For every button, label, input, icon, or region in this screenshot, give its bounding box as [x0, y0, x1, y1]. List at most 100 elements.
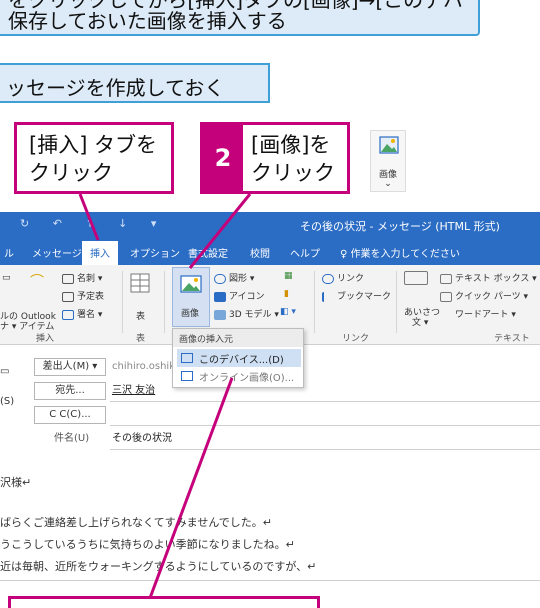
step3-callout-box	[8, 596, 320, 608]
quickparts-button[interactable]: クイック パーツ ▾	[440, 289, 528, 302]
subject-field-line	[110, 449, 540, 450]
image-icon	[379, 136, 399, 154]
calendar-icon	[62, 291, 74, 302]
icons-label: アイコン	[229, 292, 265, 302]
icons-icon	[214, 291, 226, 302]
chevron-down-icon: ⌄	[384, 179, 392, 189]
step2-number: 2	[203, 125, 243, 191]
greeting-box-icon	[404, 271, 428, 285]
image-command-preview: 画像 ⌄	[370, 130, 406, 192]
to-button[interactable]: 宛先...	[34, 382, 106, 400]
step1-text-line2: クリック	[29, 161, 113, 185]
ribbon-divider	[314, 271, 315, 333]
business-card-label: 名刺 ▾	[77, 274, 103, 284]
tab-file[interactable]: ル	[4, 245, 14, 260]
group-label-text: テキスト	[494, 334, 530, 344]
send-icon[interactable]: ▭	[0, 366, 9, 377]
business-card-button[interactable]: 名刺 ▾	[62, 271, 102, 284]
group-label-table: 表	[136, 334, 146, 344]
link-icon	[322, 273, 334, 284]
body-line-4[interactable]: 近は毎朝、近所をウォーキングするようにしているのですが、↵	[0, 558, 316, 574]
smartart-icon[interactable]: ▦	[284, 271, 293, 281]
calendar-button[interactable]: 予定表	[62, 289, 104, 302]
tab-review[interactable]: 校閲	[250, 245, 270, 260]
bookmark-icon	[322, 291, 334, 302]
quickparts-icon	[440, 291, 452, 302]
step2-text-line2: クリック	[251, 161, 335, 185]
textbox-button[interactable]: テキスト ボックス ▾	[440, 271, 537, 284]
subject-label: 件名(U)	[54, 433, 90, 444]
device-icon	[181, 353, 193, 363]
ribbon-divider	[396, 271, 397, 333]
link-button[interactable]: リンク	[322, 271, 364, 284]
step2-text-line1: [画像]を	[251, 133, 331, 157]
subject-input[interactable]: その後の状況	[112, 430, 172, 448]
ribbon-tabs: ル メッセージ 挿入 オプション 書式設定 校閲 ヘルプ ♀ 作業を入力してくだ…	[0, 239, 540, 265]
image-button-label: 画像	[181, 309, 200, 319]
tab-message[interactable]: メッセージ	[32, 245, 82, 260]
outlook-window: ↻ ↶ ↑ ↓ ▾ その後の状況 - メッセージ (HTML 形式) ル メッセ…	[0, 212, 540, 582]
tab-insert[interactable]: 挿入	[82, 241, 118, 265]
step2-callout: 2 [画像]を クリック	[200, 122, 350, 194]
icons-button[interactable]: アイコン	[214, 289, 265, 302]
image-source-dropdown: 画像の挿入元 このデバイス...(D) オンライン画像(O)...	[172, 328, 304, 388]
body-line-1[interactable]: 沢様↵	[0, 474, 31, 490]
signature-button[interactable]: 署名 ▾	[62, 307, 102, 320]
screenshot-icon[interactable]: ◧ ▾	[280, 307, 296, 317]
sub-banner-text: ッセージを作成しておく	[6, 76, 225, 100]
to-field-line	[110, 401, 540, 402]
group-label-insert: 挿入	[36, 334, 55, 344]
wordart-button[interactable]: ワードアート ▾	[440, 307, 516, 320]
body-divider	[0, 580, 540, 581]
group-label-link: リンク	[342, 334, 370, 344]
attach-item-icon[interactable]: ⌒	[30, 271, 44, 291]
wordart-icon	[440, 310, 452, 320]
step1-text-line1: [挿入] タブを	[29, 133, 158, 157]
dropdown-header: 画像の挿入元	[173, 329, 303, 347]
send-button-label[interactable]: (S)	[0, 396, 14, 407]
link-label: リンク	[337, 274, 365, 284]
quickparts-label: クイック パーツ ▾	[455, 292, 529, 302]
signature-label: 署名 ▾	[77, 310, 103, 320]
quick-access-toolbar[interactable]: ↻ ↶ ↑ ↓ ▾	[20, 217, 166, 230]
greeting-icon[interactable]	[404, 271, 431, 285]
from-button[interactable]: 差出人(M) ▾	[34, 358, 106, 376]
3d-models-button[interactable]: 3D モデル ▾	[214, 307, 279, 320]
sub-instruction-banner: ッセージを作成しておく	[0, 63, 270, 103]
shapes-label: 図形 ▾	[229, 274, 255, 284]
step2-text: [画像]を クリック	[251, 131, 335, 187]
step1-callout: 1 [挿入] タブを クリック	[14, 122, 174, 194]
tab-format[interactable]: 書式設定	[188, 245, 228, 260]
body-line-3[interactable]: うこうしているうちに気持ちのよい季節になりましたね。↵	[0, 536, 295, 552]
body-line-2[interactable]: ばらくご連絡差し上げられなくてすみませんでした。↵	[0, 514, 272, 530]
shapes-button[interactable]: 図形 ▾	[214, 271, 254, 284]
bookmark-button[interactable]: ブックマーク	[322, 289, 391, 302]
greeting-button-sub[interactable]: 文 ▾	[412, 315, 428, 328]
online-image-menu-item[interactable]: オンライン画像(O)...	[177, 367, 301, 385]
attach-file-icon[interactable]: ▭	[2, 273, 11, 283]
online-image-icon	[181, 371, 193, 381]
wordart-label: ワードアート ▾	[455, 310, 516, 320]
table-icon[interactable]	[130, 273, 150, 296]
textbox-icon	[440, 273, 452, 284]
card-icon	[62, 273, 74, 284]
shapes-icon	[214, 273, 226, 284]
this-device-menu-item[interactable]: このデバイス...(D)	[177, 349, 301, 367]
tab-options[interactable]: オプション	[130, 245, 180, 260]
tab-help[interactable]: ヘルプ	[290, 245, 320, 260]
ribbon-divider	[164, 271, 165, 333]
3d-model-icon	[214, 309, 226, 320]
window-title: その後の状況 - メッセージ (HTML 形式)	[300, 220, 500, 233]
chart-icon[interactable]: ▮	[284, 289, 289, 299]
table-button-label[interactable]: 表	[136, 309, 145, 322]
tell-me-search[interactable]: ♀ 作業を入力してください	[340, 245, 460, 260]
cc-button[interactable]: C C(C)...	[34, 406, 106, 424]
picture-icon	[180, 275, 202, 293]
online-image-label: オンライン画像(O)...	[199, 373, 295, 384]
from-value: chihiro.oshik	[112, 361, 175, 372]
to-value[interactable]: 三沢 友治	[112, 382, 155, 400]
title-bar: ↻ ↶ ↑ ↓ ▾ その後の状況 - メッセージ (HTML 形式)	[0, 212, 540, 239]
step1-text: [挿入] タブを クリック	[29, 131, 157, 187]
bookmark-label: ブックマーク	[337, 292, 392, 302]
image-button[interactable]: 画像	[172, 267, 210, 327]
